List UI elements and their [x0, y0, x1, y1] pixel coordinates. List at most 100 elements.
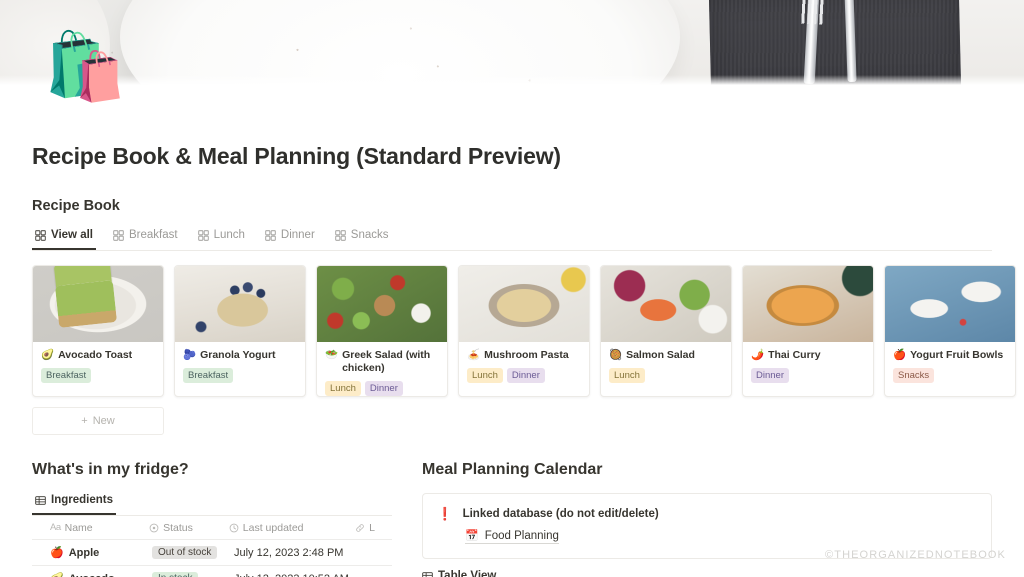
cell-status[interactable]: Out of stock [150, 546, 232, 559]
last-updated-value: July 12, 2023 10:52 AM [234, 573, 349, 577]
gallery-icon [113, 229, 124, 241]
cell-name[interactable]: 🍎 Apple [32, 546, 150, 560]
recipe-tag: Dinner [364, 381, 403, 396]
status-badge: Out of stock [152, 546, 218, 559]
recipe-view-tab-label: Lunch [213, 229, 245, 241]
recipe-card-image [175, 266, 305, 342]
recipe-card[interactable]: 🌶️ Thai Curry Dinner [742, 265, 874, 397]
recipe-emoji-icon: 🫐 [183, 349, 197, 361]
recipe-view-tab-view-all[interactable]: View all [32, 227, 96, 250]
recipe-emoji-icon: 🥗 [325, 349, 339, 361]
recipe-tag: Breakfast [183, 368, 234, 383]
table-icon [35, 495, 46, 505]
recipe-view-tab-snacks[interactable]: Snacks [332, 227, 392, 250]
column-header-last-updated[interactable]: Last updated [227, 522, 353, 534]
last-updated-value: July 12, 2023 2:48 PM [234, 546, 344, 559]
recipe-card[interactable]: 🫐 Granola Yogurt Breakfast [174, 265, 306, 397]
recipe-gallery: 🥑 Avocado Toast Breakfast 🫐 Granola Yogurt Br… [32, 265, 1016, 397]
recipe-card-tags: Dinner [751, 368, 865, 383]
recipe-tag: Lunch [467, 368, 503, 383]
recipe-card-title: Avocado Toast [58, 349, 133, 361]
fridge-heading: What's in my fridge? [32, 461, 189, 478]
cell-last-updated: July 12, 2023 10:52 AM [232, 573, 362, 577]
recipe-card-title: Greek Salad (with chicken) [342, 349, 431, 374]
new-recipe-button[interactable]: + New [32, 407, 164, 435]
cell-status[interactable]: In stock [150, 572, 232, 577]
recipe-emoji-icon: 🥘 [609, 349, 623, 361]
recipe-card[interactable]: 🍝 Mushroom Pasta Lunch Dinner [458, 265, 590, 397]
gallery-icon [265, 229, 276, 241]
column-header-last-updated-label: Last updated [242, 521, 304, 534]
cover-art [0, 0, 1024, 85]
page-cover-image [0, 0, 1024, 85]
cell-name[interactable]: 🥑 Avocado [32, 572, 150, 577]
recipe-tag: Lunch [609, 368, 645, 383]
recipe-book-view-tabs: View all Breakfast Lunch Dinner Snacks [32, 227, 992, 251]
napkin [708, 0, 962, 85]
ingredients-table: Aa Name Status Last updated L 🍎 Apple Ou… [32, 516, 392, 577]
recipe-card[interactable]: 🍎 Yogurt Fruit Bowls Snacks [884, 265, 1016, 397]
recipe-view-tab-breakfast[interactable]: Breakfast [110, 227, 181, 250]
table-row[interactable]: 🍎 Apple Out of stock July 12, 2023 2:48 PM [32, 540, 392, 566]
recipe-card-title: Granola Yogurt [200, 349, 276, 361]
text-type-icon: Aa [50, 522, 61, 533]
table-view-label: Table View [438, 570, 497, 577]
ingredients-table-header: Aa Name Status Last updated L [32, 516, 392, 540]
recipe-card-image [601, 266, 731, 342]
tab-ingredients[interactable]: Ingredients [32, 492, 116, 515]
recipe-view-tab-dinner[interactable]: Dinner [262, 227, 318, 250]
column-header-status-label: Status [163, 521, 193, 534]
recipe-card-tags: Lunch [609, 368, 723, 383]
table-row[interactable]: 🥑 Avocado In stock July 12, 2023 10:52 AM [32, 566, 392, 577]
recipe-card-title: Salmon Salad [626, 349, 695, 361]
tab-ingredients-label: Ingredients [51, 494, 113, 506]
column-header-status[interactable]: Status [147, 522, 227, 534]
callout-title: Linked database (do not edit/delete) [462, 508, 659, 520]
food-planning-link[interactable]: 📅 Food Planning [465, 529, 559, 544]
recipe-tag: Dinner [751, 368, 789, 383]
gallery-icon [197, 229, 209, 241]
recipe-card-tags: Lunch Dinner [325, 381, 439, 396]
ingredient-name: Avocado [69, 573, 115, 577]
recipe-tag: Lunch [325, 381, 361, 396]
clock-icon [229, 523, 239, 532]
table-view-tab[interactable]: Table View [422, 570, 992, 577]
recipe-card-image [743, 266, 873, 342]
column-header-link-label: L [369, 521, 375, 534]
recipe-card-tags: Breakfast [41, 368, 155, 383]
recipe-card[interactable]: 🥘 Salmon Salad Lunch [600, 265, 732, 397]
ingredient-name: Apple [68, 546, 100, 559]
recipe-tag: Dinner [506, 368, 545, 383]
page-title: Recipe Book & Meal Planning (Standard Pr… [32, 143, 561, 169]
column-header-link[interactable]: L [353, 522, 392, 534]
page-icon[interactable]: 🛍️ [44, 27, 126, 105]
calendar-heading: Meal Planning Calendar [422, 461, 603, 478]
recipe-card-title: Thai Curry [768, 349, 821, 361]
status-badge: In stock [152, 572, 199, 577]
recipe-card[interactable]: 🥑 Avocado Toast Breakfast [32, 265, 164, 397]
recipe-card[interactable]: 🥗 Greek Salad (with chicken) Lunch Dinner [316, 265, 448, 397]
table-icon [422, 571, 433, 577]
recipe-emoji-icon: 🌶️ [751, 349, 765, 361]
recipe-tag: Breakfast [41, 368, 92, 383]
recipe-emoji-icon: 🍝 [467, 349, 481, 361]
fridge-column: What's in my fridge? Ingredients Aa Name… [32, 461, 392, 577]
cell-last-updated: July 12, 2023 2:48 PM [232, 547, 362, 559]
recipe-view-tab-label: Dinner [280, 229, 315, 241]
recipe-tag: Snacks [893, 368, 935, 383]
recipe-view-tab-label: View all [51, 229, 93, 241]
recipe-card-title: Yogurt Fruit Bowls [910, 349, 1004, 361]
recipe-card-tags: Snacks [893, 368, 1007, 383]
recipe-view-tab-label: Breakfast [128, 229, 178, 241]
recipe-book-heading: Recipe Book [32, 198, 120, 214]
select-icon [149, 523, 159, 532]
recipe-emoji-icon: 🍎 [893, 349, 907, 361]
page-content: Recipe Book & Meal Planning (Standard Pr… [0, 143, 1024, 577]
column-header-name[interactable]: Aa Name [32, 522, 147, 534]
link-icon [356, 523, 364, 532]
ingredient-emoji-icon: 🥑 [50, 572, 64, 577]
recipe-card-image [317, 266, 447, 342]
recipe-card-image [459, 266, 589, 342]
recipe-view-tab-lunch[interactable]: Lunch [195, 227, 248, 250]
watermark: ©THEORGANIZEDNOTEBOOK [825, 549, 1006, 561]
